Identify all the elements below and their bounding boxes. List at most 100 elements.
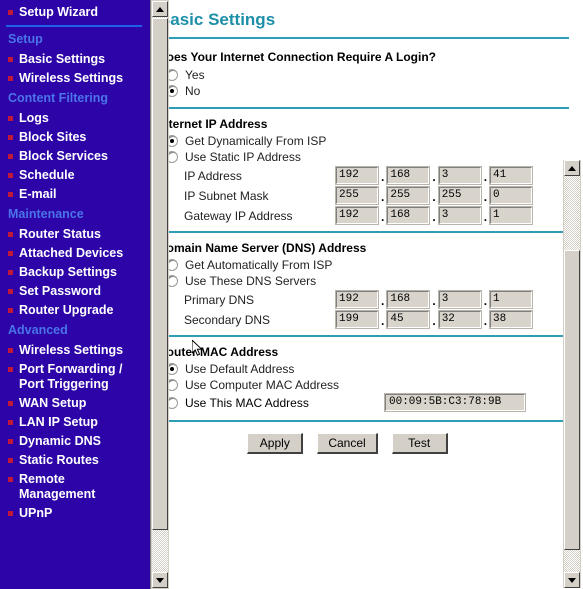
subnet-mask-octet-2[interactable]: 255: [386, 186, 431, 205]
scroll-down-button[interactable]: [152, 572, 168, 588]
sidebar-heading-advanced: Advanced: [8, 323, 68, 337]
gateway-ip-octet-3[interactable]: 3: [437, 206, 482, 225]
bullet-icon: [8, 135, 13, 140]
mac-option-computer[interactable]: Use Computer MAC Address: [166, 378, 569, 392]
dns-section-rule: [156, 335, 569, 337]
cancel-button[interactable]: Cancel: [317, 433, 378, 454]
ip-address-octet-1[interactable]: 192: [335, 166, 379, 185]
sidebar-item-label: Attached Devices: [19, 246, 124, 260]
secondary-dns-row: Secondary DNS 199 . 45 . 32 . 38: [156, 310, 569, 329]
apply-button[interactable]: Apply: [247, 433, 304, 454]
octet-separator: .: [483, 170, 488, 184]
sidebar-item-setup-wizard[interactable]: Setup Wizard: [0, 0, 150, 22]
chevron-down-icon: [568, 577, 576, 583]
sidebar-item-upnp[interactable]: UPnP: [0, 504, 150, 523]
sidebar-item-label: Block Sites: [19, 130, 87, 144]
sidebar-heading-setup: Setup: [8, 32, 43, 46]
sidebar-item-email[interactable]: E-mail: [0, 185, 150, 204]
gateway-ip-octet-4[interactable]: 1: [489, 206, 534, 225]
sidebar-item-attached-devices[interactable]: Attached Devices: [0, 244, 150, 263]
internet-ip-option-dynamic[interactable]: Get Dynamically From ISP: [166, 134, 569, 148]
subnet-mask-octets: 255 . 255 . 255 . 0: [335, 186, 535, 205]
ip-address-octet-4[interactable]: 41: [489, 166, 534, 185]
ip-address-octet-3[interactable]: 3: [437, 166, 482, 185]
internet-ip-option-static-label: Use Static IP Address: [185, 150, 301, 164]
primary-dns-octet-3[interactable]: 3: [437, 290, 482, 309]
gateway-ip-octet-2[interactable]: 168: [386, 206, 431, 225]
chevron-up-icon: [156, 6, 164, 12]
bullet-icon: [8, 154, 13, 159]
sidebar-item-backup-settings[interactable]: Backup Settings: [0, 263, 150, 282]
scroll-up-button[interactable]: [564, 160, 580, 176]
sidebar-item-port-forwarding[interactable]: Port Forwarding / Port Triggering: [0, 360, 150, 394]
login-option-no[interactable]: No: [166, 84, 569, 98]
secondary-dns-octet-4[interactable]: 38: [489, 310, 534, 329]
sidebar-item-wan-setup[interactable]: WAN Setup: [0, 394, 150, 413]
scroll-thumb[interactable]: [564, 250, 580, 550]
scroll-up-button[interactable]: [152, 1, 168, 17]
page-title: Basic Settings: [158, 10, 276, 29]
mac-option-computer-label: Use Computer MAC Address: [185, 378, 340, 392]
secondary-dns-octet-1[interactable]: 199: [335, 310, 379, 329]
sidebar-item-label: Router Upgrade: [19, 303, 114, 317]
sidebar-item-router-status[interactable]: Router Status: [0, 225, 150, 244]
internet-ip-section-rule: [156, 231, 569, 233]
primary-dns-octet-1[interactable]: 192: [335, 290, 379, 309]
sidebar-item-router-upgrade[interactable]: Router Upgrade: [0, 301, 150, 320]
octet-separator: .: [432, 190, 436, 204]
login-option-yes[interactable]: Yes: [166, 68, 569, 82]
secondary-dns-label: Secondary DNS: [184, 312, 271, 327]
internet-ip-option-static[interactable]: Use Static IP Address: [166, 150, 569, 164]
scroll-thumb[interactable]: [152, 18, 168, 530]
sidebar-item-schedule[interactable]: Schedule: [0, 166, 150, 185]
login-question-label: Does Your Internet Connection Require A …: [158, 50, 437, 64]
sidebar-item-lan-ip-setup[interactable]: LAN IP Setup: [0, 413, 150, 432]
mac-option-custom-row[interactable]: Use This MAC Address 00:09:5B:C3:78:9B: [166, 393, 569, 412]
subnet-mask-octet-4[interactable]: 0: [489, 186, 534, 205]
sidebar-item-set-password[interactable]: Set Password: [0, 282, 150, 301]
primary-dns-octet-2[interactable]: 168: [386, 290, 431, 309]
scroll-down-button[interactable]: [564, 572, 580, 588]
subnet-mask-row: IP Subnet Mask 255 . 255 . 255 . 0: [156, 186, 569, 205]
gateway-ip-octet-1[interactable]: 192: [335, 206, 379, 225]
dns-option-automatic[interactable]: Get Automatically From ISP: [166, 258, 569, 272]
sidebar-item-block-services[interactable]: Block Services: [0, 147, 150, 166]
dns-option-manual[interactable]: Use These DNS Servers: [166, 274, 569, 288]
sidebar-item-logs[interactable]: Logs: [0, 109, 150, 128]
sidebar-item-basic-settings[interactable]: Basic Settings: [0, 50, 150, 69]
bullet-icon: [8, 458, 13, 463]
bullet-icon: [8, 270, 13, 275]
login-option-no-label: No: [185, 84, 201, 98]
octet-separator: .: [432, 210, 436, 224]
mac-section-rule: [156, 420, 569, 422]
sidebar-item-remote-management[interactable]: Remote Management: [0, 470, 150, 504]
sidebar-scrollbar[interactable]: [150, 0, 169, 589]
test-button[interactable]: Test: [391, 433, 448, 454]
sidebar-item-wireless-settings[interactable]: Wireless Settings: [0, 69, 150, 88]
sidebar-item-label: UPnP: [19, 506, 53, 520]
sidebar-item-label: Setup Wizard: [19, 5, 99, 19]
bullet-icon: [8, 511, 13, 516]
sidebar-item-label: Dynamic DNS: [19, 434, 101, 448]
mac-address-input[interactable]: 00:09:5B:C3:78:9B: [384, 393, 526, 412]
content-scrollbar[interactable]: [563, 160, 581, 588]
sidebar-item-dynamic-dns[interactable]: Dynamic DNS: [0, 432, 150, 451]
secondary-dns-octet-3[interactable]: 32: [437, 310, 482, 329]
sidebar-item-advanced-wireless-settings[interactable]: Wireless Settings: [0, 341, 150, 360]
sidebar-item-static-routes[interactable]: Static Routes: [0, 451, 150, 470]
secondary-dns-octet-2[interactable]: 45: [386, 310, 431, 329]
mac-option-default[interactable]: Use Default Address: [166, 362, 569, 376]
sidebar-item-block-sites[interactable]: Block Sites: [0, 128, 150, 147]
mac-option-custom-label: Use This MAC Address: [185, 395, 309, 410]
primary-dns-octet-4[interactable]: 1: [489, 290, 534, 309]
ip-address-octet-2[interactable]: 168: [386, 166, 431, 185]
subnet-mask-octet-1[interactable]: 255: [335, 186, 379, 205]
sidebar-navigation: Setup Wizard Setup Basic Settings Wirele…: [0, 0, 150, 589]
mac-option-default-label: Use Default Address: [185, 362, 295, 376]
subnet-mask-octet-3[interactable]: 255: [437, 186, 482, 205]
gateway-ip-octets: 192 . 168 . 3 . 1: [335, 206, 535, 225]
octet-separator: .: [381, 190, 385, 204]
bullet-icon: [8, 477, 13, 482]
bullet-icon: [8, 401, 13, 406]
octet-separator: .: [432, 170, 436, 184]
